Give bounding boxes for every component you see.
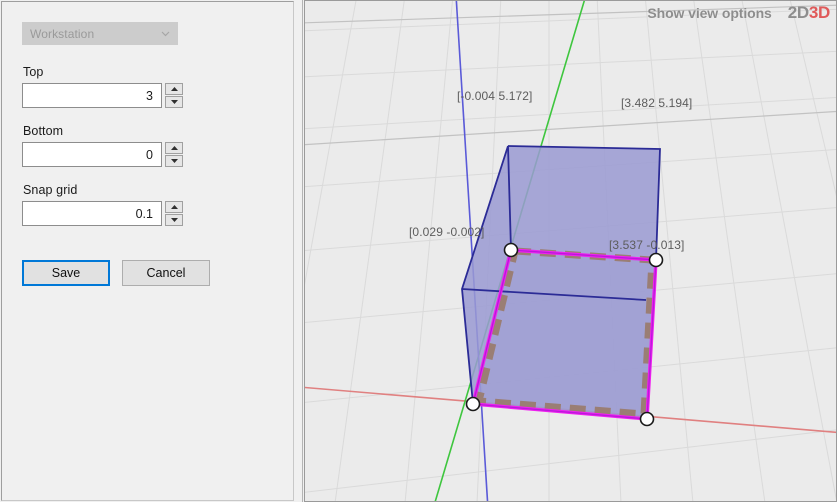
field-bottom-row: 0 [22, 142, 212, 167]
viewport-scene [305, 1, 836, 501]
snap-grid-input[interactable]: 0.1 [22, 201, 162, 226]
viewport-overlay-controls: Show view options 2D3D [647, 3, 830, 23]
view-mode-3d-button[interactable]: 3D [809, 3, 830, 22]
form-actions: Save Cancel [22, 260, 212, 286]
top-stepper-down-button[interactable] [165, 96, 183, 108]
field-top-row: 3 [22, 83, 212, 108]
snap-grid-stepper-up-button[interactable] [165, 201, 183, 213]
field-top-label: Top [23, 65, 44, 79]
chevron-down-icon [161, 29, 170, 38]
vertex-handle-bottom-left[interactable] [465, 396, 481, 412]
preset-dropdown-value: Workstation [30, 26, 95, 41]
properties-panel-inner: Workstation Top 3 Bottom 0 Snap grid 0.1… [1, 1, 294, 501]
top-stepper-up-button[interactable] [165, 83, 183, 95]
properties-panel: Workstation Top 3 Bottom 0 Snap grid 0.1… [0, 0, 303, 502]
vertex-handle-top-right[interactable] [648, 252, 664, 268]
preset-dropdown[interactable]: Workstation [22, 22, 178, 45]
properties-form: Workstation Top 3 Bottom 0 Snap grid 0.1… [22, 22, 212, 286]
field-top: Top 3 [22, 65, 212, 108]
field-snap-grid-row: 0.1 [22, 201, 212, 226]
field-snap-grid: Snap grid 0.1 [22, 183, 212, 226]
top-stepper [165, 83, 183, 108]
save-button[interactable]: Save [22, 260, 110, 286]
viewport-3d[interactable]: [-0.004 5.172] [3.482 5.194] [0.029 -0.0… [304, 0, 837, 502]
bottom-stepper [165, 142, 183, 167]
bottom-stepper-up-button[interactable] [165, 142, 183, 154]
view-mode-toggle: 2D3D [788, 3, 831, 23]
field-snap-grid-label: Snap grid [23, 183, 78, 197]
bottom-stepper-down-button[interactable] [165, 155, 183, 167]
show-view-options-button[interactable]: Show view options [647, 5, 771, 21]
vertex-handle-bottom-right[interactable] [639, 411, 655, 427]
cancel-button[interactable]: Cancel [122, 260, 210, 286]
field-bottom: Bottom 0 [22, 124, 212, 167]
view-mode-2d-button[interactable]: 2D [788, 3, 809, 22]
field-bottom-label: Bottom [23, 124, 64, 138]
vertex-handle-top-left[interactable] [503, 242, 519, 258]
top-input[interactable]: 3 [22, 83, 162, 108]
app-window: Workstation Top 3 Bottom 0 Snap grid 0.1… [0, 0, 837, 502]
snap-grid-stepper [165, 201, 183, 226]
snap-grid-stepper-down-button[interactable] [165, 214, 183, 226]
bottom-input[interactable]: 0 [22, 142, 162, 167]
box-face-top [508, 146, 660, 260]
